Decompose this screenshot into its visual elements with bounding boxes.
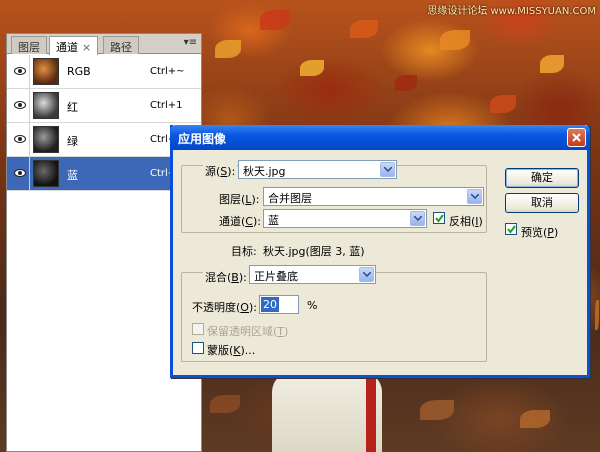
- watermark: 思缘设计论坛 www.MISSYUAN.COM: [427, 6, 596, 17]
- preview-label: 预览(P): [521, 226, 559, 239]
- leaf: [440, 30, 470, 50]
- layer-label: 图层(L):: [219, 193, 260, 206]
- cancel-button[interactable]: 取消: [505, 193, 579, 213]
- leaf: [350, 20, 378, 38]
- apply-image-dialog: 应用图像 源(S): 秋天.jpg 图层(L): 合并图层 通道(C): 蓝 反…: [170, 125, 590, 378]
- leaf: [490, 95, 516, 113]
- channel-name: 红: [67, 101, 78, 114]
- channel-thumbnail: [33, 58, 59, 85]
- target-value: 秋天.jpg(图层 3, 蓝): [263, 245, 365, 258]
- blending-select[interactable]: 正片叠底: [249, 265, 376, 284]
- tab-paths[interactable]: 路径: [103, 36, 139, 54]
- leaf: [595, 300, 599, 330]
- leaf: [540, 55, 564, 73]
- preserve-transparency-checkbox[interactable]: [192, 323, 204, 335]
- close-icon[interactable]: [567, 128, 586, 147]
- leaf: [215, 40, 241, 58]
- mask-label: 蒙版(K)...: [207, 344, 256, 357]
- opacity-unit: %: [307, 299, 318, 312]
- tab-label: 通道: [56, 41, 78, 54]
- visibility-eye-icon[interactable]: [10, 89, 30, 122]
- invert-label: 反相(I): [449, 215, 483, 228]
- channel-row-rgb[interactable]: RGB Ctrl+~: [7, 55, 201, 89]
- channel-thumbnail: [33, 126, 59, 153]
- channel-thumbnail: [33, 160, 59, 187]
- channel-name: 蓝: [67, 169, 78, 182]
- preserve-transparency-label: 保留透明区域(T): [207, 325, 289, 338]
- tab-layers[interactable]: 图层: [11, 36, 47, 54]
- chevron-down-icon[interactable]: [359, 267, 374, 282]
- leaf: [420, 400, 454, 420]
- visibility-eye-icon[interactable]: [10, 123, 30, 156]
- tab-channels[interactable]: 通道 ×: [49, 36, 99, 55]
- visibility-eye-icon[interactable]: [10, 157, 30, 190]
- chevron-down-icon[interactable]: [410, 211, 425, 226]
- invert-checkbox[interactable]: [433, 212, 445, 224]
- layer-select[interactable]: 合并图层: [263, 187, 484, 206]
- dialog-titlebar[interactable]: 应用图像: [170, 125, 590, 150]
- channel-shortcut: Ctrl+1: [150, 100, 183, 111]
- blending-value: 正片叠底: [254, 270, 298, 283]
- panel-tab-bar: 图层 通道 × 路径 ▾≡: [7, 34, 201, 55]
- channel-row-red[interactable]: 红 Ctrl+1: [7, 89, 201, 123]
- preview-checkbox[interactable]: [505, 223, 517, 235]
- ok-button[interactable]: 确定: [505, 168, 579, 188]
- panel-menu-icon[interactable]: ▾≡: [184, 37, 197, 48]
- channel-select[interactable]: 蓝: [263, 209, 427, 228]
- tab-label: 路径: [110, 41, 132, 54]
- source-value: 秋天.jpg: [243, 165, 286, 178]
- blending-label: 混合(B):: [203, 269, 249, 285]
- tab-label: 图层: [18, 41, 40, 54]
- channel-value: 蓝: [268, 214, 279, 227]
- mask-checkbox[interactable]: [192, 342, 204, 354]
- channel-thumbnail: [33, 92, 59, 119]
- opacity-input[interactable]: 20: [259, 295, 299, 314]
- leaf: [260, 10, 290, 30]
- red-umbrella-handle: [366, 378, 376, 452]
- target-label: 目标:: [231, 245, 257, 258]
- channel-shortcut: Ctrl+~: [150, 66, 185, 77]
- chevron-down-icon[interactable]: [467, 189, 482, 204]
- channel-name: RGB: [67, 65, 91, 78]
- dialog-title: 应用图像: [178, 132, 227, 146]
- leaf: [395, 75, 417, 91]
- opacity-label: 不透明度(O):: [192, 301, 257, 314]
- leaf: [300, 60, 324, 76]
- source-label: 源(S):: [203, 163, 238, 179]
- chevron-down-icon[interactable]: [380, 162, 395, 177]
- opacity-value: 20: [261, 297, 279, 312]
- channel-name: 绿: [67, 135, 78, 148]
- channel-label: 通道(C):: [219, 215, 261, 228]
- visibility-eye-icon[interactable]: [10, 55, 30, 88]
- tab-close-icon[interactable]: ×: [82, 41, 91, 54]
- source-select[interactable]: 秋天.jpg: [238, 160, 397, 179]
- leaf: [210, 395, 240, 413]
- layer-value: 合并图层: [268, 192, 312, 205]
- leaf: [520, 410, 550, 428]
